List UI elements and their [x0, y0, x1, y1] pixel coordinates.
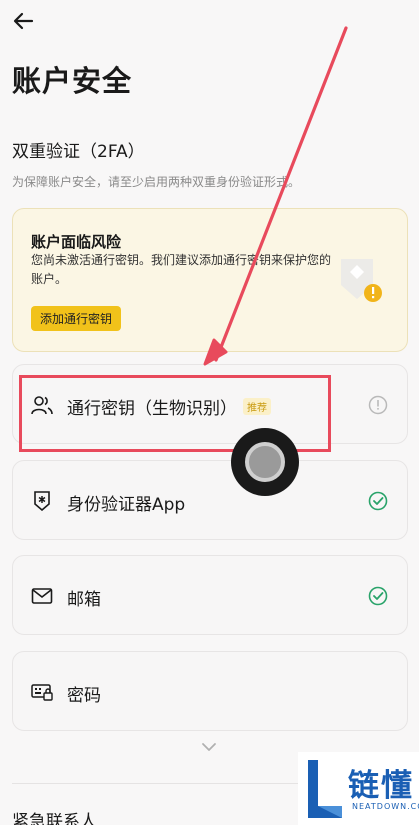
touch-indicator: [231, 428, 299, 496]
watermark-brand: 链懂: [348, 768, 414, 804]
twofa-section-subtitle: 为保障账户安全，请至少启用两种双重身份验证形式。: [12, 175, 301, 189]
back-button[interactable]: [10, 10, 36, 32]
method-password-row[interactable]: 密码: [12, 651, 408, 731]
password-keyboard-icon: [31, 684, 53, 701]
method-authenticator-row[interactable]: 身份验证器App: [12, 460, 408, 540]
risk-title: 账户面临风险: [31, 233, 122, 251]
touch-indicator-inner: [245, 442, 285, 482]
watermark-l-logo: [308, 760, 342, 818]
info-circle-icon: [368, 395, 388, 415]
method-email-label: 邮箱: [67, 590, 101, 610]
watermark-domain: NEATDOWN.COM: [352, 802, 419, 811]
page-title: 账户安全: [12, 64, 133, 98]
method-password-label: 密码: [67, 686, 101, 706]
method-email-row[interactable]: 邮箱: [12, 555, 408, 635]
method-authenticator-label: 身份验证器App: [67, 495, 186, 515]
emergency-contact-title: 紧急联系人: [12, 812, 97, 825]
shield-warning-icon: [341, 259, 382, 302]
account-risk-card: 账户面临风险 您尚未激活通行密钥。我们建议添加通行密钥来保护您的账户。 添加通行…: [12, 208, 408, 352]
chevron-down-icon[interactable]: [200, 741, 218, 753]
check-circle-icon: [368, 491, 388, 511]
check-circle-icon: [368, 586, 388, 606]
watermark-logo: 链懂 NEATDOWN.COM: [298, 752, 419, 825]
authenticator-shield-icon: [34, 491, 50, 511]
mail-icon: [31, 588, 53, 604]
back-arrow-icon: [13, 12, 34, 30]
risk-description: 您尚未激活通行密钥。我们建议添加通行密钥来保护您的账户。: [31, 253, 332, 286]
add-passkey-button[interactable]: 添加通行密钥: [31, 306, 122, 331]
twofa-section-title: 双重验证（2FA）: [12, 142, 145, 162]
